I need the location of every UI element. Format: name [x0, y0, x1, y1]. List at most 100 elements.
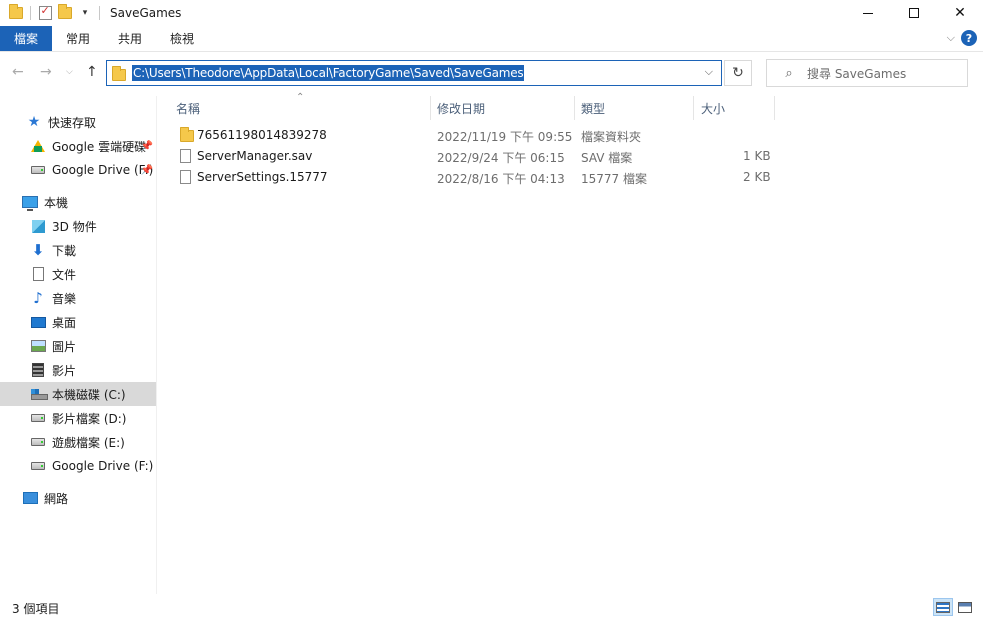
- file-name: ServerSettings.15777: [197, 170, 328, 184]
- minimize-icon: [863, 12, 873, 14]
- search-box[interactable]: ⌕ 搜尋 SaveGames: [766, 59, 968, 87]
- customize-toolbar-dropdown-icon[interactable]: ▾: [75, 2, 95, 24]
- table-row[interactable]: ServerManager.sav 2022/9/24 下午 06:15 SAV…: [170, 146, 771, 167]
- drive-icon: [30, 410, 46, 426]
- sidebar-item-game-files-e[interactable]: 遊戲檔案 (E:): [0, 430, 156, 454]
- sidebar-item-google-drive-pinned[interactable]: Google Drive (F:) 📌: [0, 158, 156, 182]
- address-bar[interactable]: C:\Users\Theodore\AppData\Local\FactoryG…: [106, 60, 722, 86]
- back-arrow-icon[interactable]: ←: [12, 64, 24, 80]
- status-bar: 3 個項目: [0, 594, 983, 621]
- table-row[interactable]: 76561198014839278 2022/11/19 下午 09:55 檔案…: [170, 125, 770, 146]
- file-size: 1 KB: [743, 149, 771, 163]
- sidebar-item-quick-access[interactable]: ★ 快速存取: [0, 110, 156, 134]
- maximize-icon: [909, 8, 919, 18]
- file-date: 2022/11/19 下午 09:55: [437, 130, 573, 144]
- sidebar-item-label: 圖片: [52, 339, 77, 354]
- file-icon: [180, 170, 191, 184]
- up-arrow-icon[interactable]: ↑: [86, 64, 98, 80]
- sidebar-item-documents[interactable]: 文件: [0, 262, 156, 286]
- navigation-bar: ← → ⌵ ↑ C:\Users\Theodore\AppData\Local\…: [0, 53, 983, 93]
- properties-icon[interactable]: [35, 2, 55, 24]
- column-header-size[interactable]: 大小: [701, 96, 771, 120]
- qat-divider: [99, 6, 100, 20]
- file-type: SAV 檔案: [581, 151, 633, 165]
- sidebar-item-pictures[interactable]: 圖片: [0, 334, 156, 358]
- sidebar-item-label: 影片檔案 (D:): [52, 411, 127, 426]
- close-icon: ✕: [954, 5, 966, 21]
- refresh-icon: ↻: [732, 65, 744, 81]
- title-bar: ▾ SaveGames ✕: [0, 0, 983, 26]
- star-icon: ★: [27, 114, 41, 130]
- sidebar-item-local-disk-c[interactable]: 本機磁碟 (C:): [0, 382, 156, 406]
- column-divider[interactable]: [574, 96, 575, 120]
- navigation-pane: ★ 快速存取 Google 雲端硬碟 📌 Google Drive (F:) 📌…: [0, 96, 156, 594]
- tab-share[interactable]: 共用: [104, 26, 156, 51]
- sidebar-item-label: 文件: [52, 267, 77, 282]
- new-folder-icon[interactable]: [55, 2, 75, 24]
- maximize-button[interactable]: [891, 0, 937, 26]
- sidebar-item-music[interactable]: ♪ 音樂: [0, 286, 156, 310]
- ribbon-right-controls: ⌵ ?: [947, 30, 977, 46]
- computer-icon: [22, 194, 38, 211]
- drive-icon: [30, 162, 46, 178]
- search-icon: ⌕: [785, 65, 793, 81]
- sidebar-item-label: 本機: [44, 195, 69, 210]
- system-drive-icon: [30, 386, 48, 402]
- window-controls: ✕: [845, 0, 983, 26]
- column-header-name[interactable]: 名稱: [176, 96, 426, 120]
- address-path[interactable]: C:\Users\Theodore\AppData\Local\FactoryG…: [132, 65, 525, 81]
- sidebar-item-network[interactable]: 網路: [0, 486, 156, 510]
- sidebar-item-google-drive-f[interactable]: Google Drive (F:): [0, 454, 156, 478]
- address-history-chevron-icon[interactable]: ⌵: [705, 65, 713, 79]
- music-icon: ♪: [33, 289, 43, 307]
- sidebar-item-3d-objects[interactable]: 3D 物件: [0, 214, 156, 238]
- help-icon[interactable]: ?: [961, 30, 977, 46]
- desktop-icon: [30, 314, 46, 330]
- column-header-date[interactable]: 修改日期: [437, 96, 577, 120]
- tab-file[interactable]: 檔案: [0, 26, 53, 51]
- close-button[interactable]: ✕: [937, 0, 983, 26]
- sidebar-item-videos[interactable]: 影片: [0, 358, 156, 382]
- sidebar-item-label: 影片: [52, 363, 77, 378]
- sidebar-item-label: 3D 物件: [52, 219, 97, 234]
- sidebar-item-downloads[interactable]: ⬇ 下載: [0, 238, 156, 262]
- details-view-button[interactable]: [933, 598, 953, 616]
- column-divider[interactable]: [693, 96, 694, 120]
- window-title: SaveGames: [110, 6, 182, 20]
- drive-icon: [30, 434, 46, 450]
- sidebar-item-label: Google 雲端硬碟: [52, 139, 147, 154]
- sidebar-item-google-cloud[interactable]: Google 雲端硬碟 📌: [0, 134, 156, 158]
- quick-access-toolbar: ▾: [0, 0, 104, 26]
- expand-ribbon-chevron-icon[interactable]: ⌵: [947, 31, 955, 45]
- sidebar-item-label: 本機磁碟 (C:): [52, 387, 126, 402]
- file-date: 2022/8/16 下午 04:13: [437, 172, 565, 186]
- folder-icon: [180, 127, 194, 142]
- network-icon: [22, 490, 38, 506]
- minimize-button[interactable]: [845, 0, 891, 26]
- table-row[interactable]: ServerSettings.15777 2022/8/16 下午 04:13 …: [170, 167, 771, 188]
- videos-icon: [30, 362, 46, 378]
- file-size: 2 KB: [743, 170, 771, 184]
- column-divider[interactable]: [774, 96, 775, 120]
- file-name: 76561198014839278: [197, 128, 327, 142]
- file-name: ServerManager.sav: [197, 149, 313, 163]
- search-placeholder: 搜尋 SaveGames: [807, 66, 907, 81]
- column-header-type[interactable]: 類型: [581, 96, 691, 120]
- forward-arrow-icon[interactable]: →: [40, 64, 52, 80]
- window-folder-icon[interactable]: [6, 2, 26, 24]
- sidebar-item-label: 下載: [52, 243, 77, 258]
- refresh-button[interactable]: ↻: [724, 60, 752, 86]
- sidebar-item-desktop[interactable]: 桌面: [0, 310, 156, 334]
- file-list: ⌃ 名稱 修改日期 類型 大小 76561198014839278 2022/1…: [160, 92, 983, 594]
- column-divider[interactable]: [430, 96, 431, 120]
- tab-home[interactable]: 常用: [52, 26, 104, 51]
- pane-divider[interactable]: [156, 96, 157, 594]
- sidebar-item-label: Google Drive (F:): [52, 459, 154, 473]
- large-icons-view-button[interactable]: [955, 598, 975, 616]
- sidebar-item-this-pc[interactable]: 本機: [0, 190, 156, 214]
- sidebar-item-label: 快速存取: [48, 115, 97, 130]
- tab-view[interactable]: 檢視: [156, 26, 208, 51]
- recent-locations-chevron-icon[interactable]: ⌵: [66, 67, 73, 77]
- ribbon-tabs: 檔案 常用 共用 檢視 ⌵ ?: [0, 26, 983, 52]
- sidebar-item-video-files-d[interactable]: 影片檔案 (D:): [0, 406, 156, 430]
